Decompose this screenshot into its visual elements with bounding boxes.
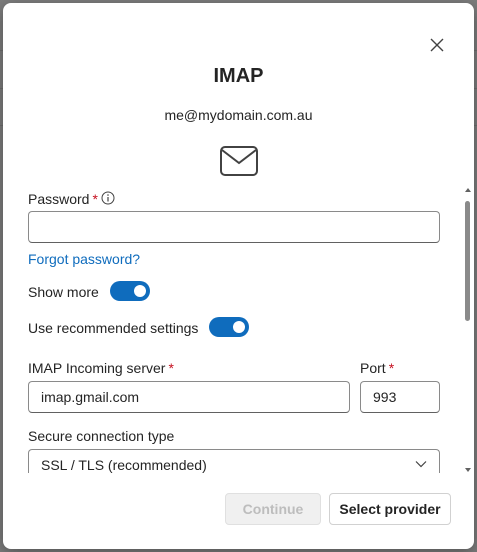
show-more-toggle[interactable] bbox=[110, 281, 150, 301]
close-icon bbox=[430, 38, 444, 52]
imap-dialog: IMAP me@mydomain.com.au Password * Forgot… bbox=[3, 3, 474, 549]
required-marker: * bbox=[92, 191, 98, 207]
secure-connection-value: SSL / TLS (recommended) bbox=[41, 457, 207, 473]
password-input[interactable] bbox=[28, 211, 440, 243]
info-icon[interactable] bbox=[101, 191, 115, 205]
recommended-settings-label: Use recommended settings bbox=[28, 320, 199, 336]
forgot-password-link[interactable]: Forgot password? bbox=[28, 251, 140, 267]
secure-connection-label: Secure connection type bbox=[28, 428, 175, 444]
required-marker: * bbox=[168, 360, 174, 376]
toggle-knob bbox=[134, 285, 146, 297]
port-label: Port * bbox=[360, 360, 395, 376]
scroll-down-arrow-icon[interactable] bbox=[465, 467, 471, 473]
scrollbar-thumb[interactable] bbox=[465, 201, 470, 321]
secure-connection-select[interactable]: SSL / TLS (recommended) bbox=[28, 449, 440, 473]
close-button[interactable] bbox=[425, 33, 449, 57]
show-more-label: Show more bbox=[28, 284, 99, 300]
select-provider-button[interactable]: Select provider bbox=[329, 493, 451, 525]
settings-scroll-area[interactable]: Password * Forgot password? Show more Use… bbox=[3, 183, 474, 473]
recommended-settings-toggle[interactable] bbox=[209, 317, 249, 337]
mail-icon bbox=[220, 146, 258, 176]
toggle-knob bbox=[233, 321, 245, 333]
chevron-down-icon bbox=[415, 461, 427, 468]
account-email: me@mydomain.com.au bbox=[164, 107, 313, 123]
port-input[interactable]: 993 bbox=[360, 381, 440, 413]
incoming-server-label: IMAP Incoming server * bbox=[28, 360, 174, 376]
incoming-server-input[interactable]: imap.gmail.com bbox=[28, 381, 350, 413]
password-label: Password * bbox=[28, 191, 98, 207]
dialog-title: IMAP bbox=[213, 65, 264, 87]
required-marker: * bbox=[388, 360, 395, 376]
vertical-scrollbar[interactable] bbox=[464, 187, 472, 473]
continue-button[interactable]: Continue bbox=[225, 493, 321, 525]
scroll-up-arrow-icon[interactable] bbox=[465, 187, 471, 193]
